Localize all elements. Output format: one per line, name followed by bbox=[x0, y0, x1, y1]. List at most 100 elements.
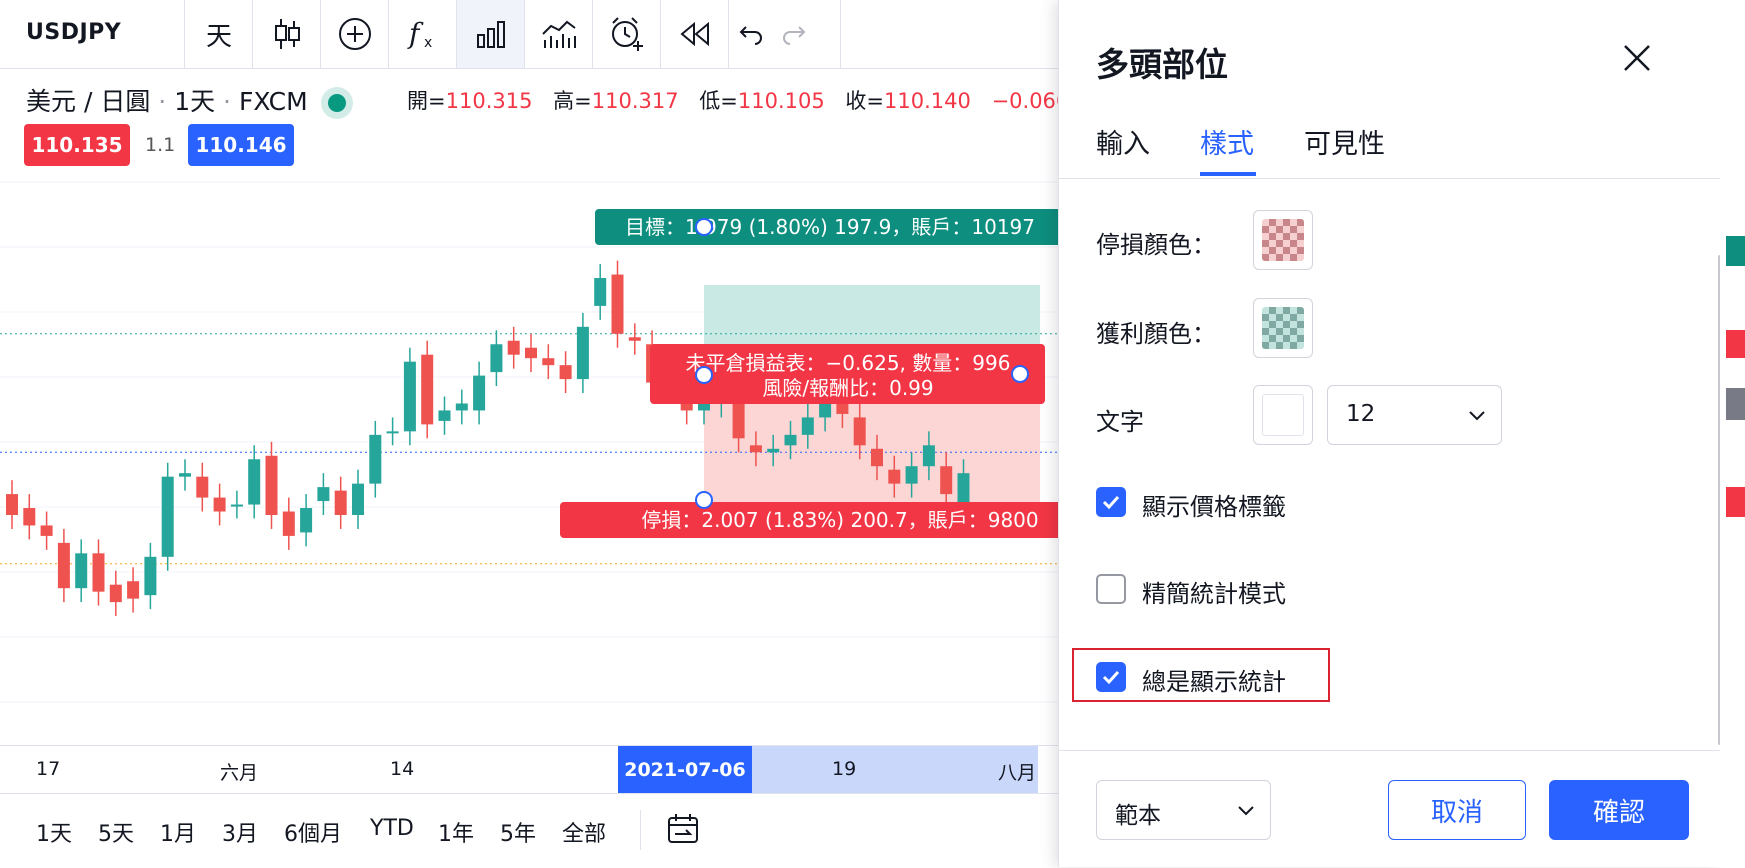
high-value: 110.317 bbox=[591, 89, 679, 113]
candle-body bbox=[767, 448, 780, 453]
font-size-select[interactable]: 12 bbox=[1327, 385, 1502, 445]
pnl-label-line2: 風險/報酬比：0.99 bbox=[762, 376, 933, 400]
range-6m-button[interactable]: 6個月 bbox=[284, 816, 342, 848]
redo-icon[interactable] bbox=[772, 0, 816, 68]
candle-body bbox=[628, 337, 641, 341]
candle-body bbox=[888, 469, 901, 484]
range-bar: 1天 5天 1月 3月 6個月 YTD 1年 5年 全部 bbox=[0, 793, 1065, 868]
interval-label: 天 bbox=[205, 21, 232, 52]
indicators-icon[interactable]: fx bbox=[388, 0, 457, 68]
candle-body bbox=[525, 347, 537, 359]
ok-button[interactable]: 確認 bbox=[1549, 780, 1689, 840]
legend-interval: 1天 bbox=[174, 87, 216, 116]
show-price-labels-label[interactable]: 顯示價格標籤 bbox=[1142, 487, 1286, 522]
legend-sep: · bbox=[223, 87, 231, 116]
tab-style[interactable]: 樣式 bbox=[1200, 122, 1254, 161]
range-1y-button[interactable]: 1年 bbox=[438, 816, 474, 848]
open-value: 110.315 bbox=[445, 89, 533, 113]
compact-stats-label[interactable]: 精簡統計模式 bbox=[1142, 574, 1286, 609]
tab-visibility[interactable]: 可見性 bbox=[1304, 122, 1385, 161]
candle-body bbox=[317, 487, 330, 502]
replay-icon[interactable] bbox=[660, 0, 729, 68]
show-price-labels-checkbox[interactable] bbox=[1096, 487, 1126, 517]
stop-color-swatch[interactable] bbox=[1253, 210, 1313, 270]
templates-icon[interactable] bbox=[524, 0, 593, 68]
candle-body bbox=[282, 511, 295, 536]
candle-body bbox=[611, 274, 624, 334]
checker-icon bbox=[1262, 307, 1304, 349]
series-legend[interactable]: 美元 / 日圓 · 1天 · FXCM bbox=[26, 82, 364, 118]
chevron-down-icon bbox=[1469, 411, 1485, 421]
dialog-title: 多頭部位 bbox=[1096, 45, 1228, 84]
active-tab-indicator bbox=[1200, 172, 1256, 176]
always-show-stats-label[interactable]: 總是顯示統計 bbox=[1142, 662, 1286, 697]
candle-body bbox=[334, 490, 347, 515]
template-select[interactable]: 範本 bbox=[1096, 780, 1271, 840]
undo-icon[interactable] bbox=[728, 0, 773, 68]
candle-body bbox=[6, 494, 18, 515]
check-icon bbox=[1102, 670, 1120, 685]
sell-price-button[interactable]: 110.135 bbox=[24, 124, 130, 166]
chevron-down-icon bbox=[1238, 806, 1254, 816]
candle-body bbox=[75, 553, 88, 589]
always-show-stats-checkbox[interactable] bbox=[1096, 662, 1126, 692]
price-chart[interactable]: 目標：1.979 (1.80%) 197.9，賬戶：10197 未平倉損益表：−0… bbox=[0, 170, 1065, 745]
candle-body bbox=[179, 473, 191, 477]
candle-body bbox=[230, 504, 243, 507]
range-1m-button[interactable]: 1月 bbox=[160, 816, 196, 848]
target-label: 目標：1.979 (1.80%) 197.9，賬戶：10197 bbox=[625, 215, 1035, 239]
tab-separator bbox=[1059, 178, 1721, 179]
svg-text:x: x bbox=[424, 35, 432, 51]
profit-color-swatch[interactable] bbox=[1253, 298, 1313, 358]
compact-stats-checkbox[interactable] bbox=[1096, 574, 1126, 604]
candle-body bbox=[576, 326, 589, 380]
candle-body bbox=[801, 417, 814, 435]
time-axis[interactable]: 17 六月 14 19 八月 2021-07-06 bbox=[0, 745, 1065, 794]
bar-style-icon[interactable] bbox=[456, 0, 525, 68]
market-status-icon[interactable] bbox=[327, 94, 346, 112]
tab-inputs[interactable]: 輸入 bbox=[1096, 122, 1150, 161]
buy-price-button[interactable]: 110.146 bbox=[188, 124, 294, 166]
legend-sep: · bbox=[158, 87, 167, 116]
range-5d-button[interactable]: 5天 bbox=[98, 816, 134, 848]
text-color-swatch[interactable] bbox=[1253, 385, 1313, 445]
candle-body bbox=[698, 403, 710, 411]
candles-icon[interactable] bbox=[252, 0, 321, 68]
candle-body bbox=[473, 375, 486, 411]
add-compare-icon[interactable] bbox=[320, 0, 389, 68]
range-5y-button[interactable]: 5年 bbox=[500, 816, 536, 848]
time-label: 19 bbox=[832, 758, 857, 780]
candle-body bbox=[438, 410, 451, 421]
range-all-button[interactable]: 全部 bbox=[562, 816, 606, 848]
candle-body bbox=[940, 466, 953, 495]
symbol-search-button[interactable]: USDJPY bbox=[26, 20, 121, 45]
goto-date-icon[interactable] bbox=[666, 812, 700, 850]
close-label: 收= bbox=[845, 89, 885, 113]
close-icon[interactable] bbox=[1617, 38, 1657, 78]
range-1d-button[interactable]: 1天 bbox=[36, 816, 72, 848]
candle-body bbox=[386, 431, 399, 434]
candle-body bbox=[905, 466, 918, 484]
candle-body bbox=[109, 584, 122, 603]
stop-color-label: 停損顏色： bbox=[1096, 231, 1216, 259]
alert-icon[interactable] bbox=[592, 0, 661, 68]
legend-pair: 美元 / 日圓 bbox=[26, 87, 151, 116]
candle-body bbox=[594, 278, 607, 306]
candle-body bbox=[57, 542, 70, 589]
long-position-settings-dialog: 多頭部位 輸入 樣式 可見性 停損顏色： 獲利顏色： 文字 12 顯示價格標籤 … bbox=[1058, 0, 1722, 867]
drag-handle bbox=[695, 218, 713, 236]
range-3m-button[interactable]: 3月 bbox=[222, 816, 258, 848]
open-label: 開= bbox=[407, 89, 446, 113]
interval-button[interactable]: 天 bbox=[184, 0, 253, 68]
svg-text:f: f bbox=[407, 17, 424, 50]
candle-body bbox=[784, 434, 797, 446]
current-price-marker bbox=[1726, 388, 1745, 420]
checker-icon bbox=[1262, 219, 1304, 261]
candle-body bbox=[161, 476, 174, 557]
candle-body bbox=[871, 448, 883, 467]
cancel-button[interactable]: 取消 bbox=[1388, 780, 1526, 840]
candle-body bbox=[559, 365, 572, 380]
toolbar-divider bbox=[840, 0, 841, 68]
text-label: 文字 bbox=[1096, 408, 1144, 436]
range-ytd-button[interactable]: YTD bbox=[370, 816, 414, 841]
